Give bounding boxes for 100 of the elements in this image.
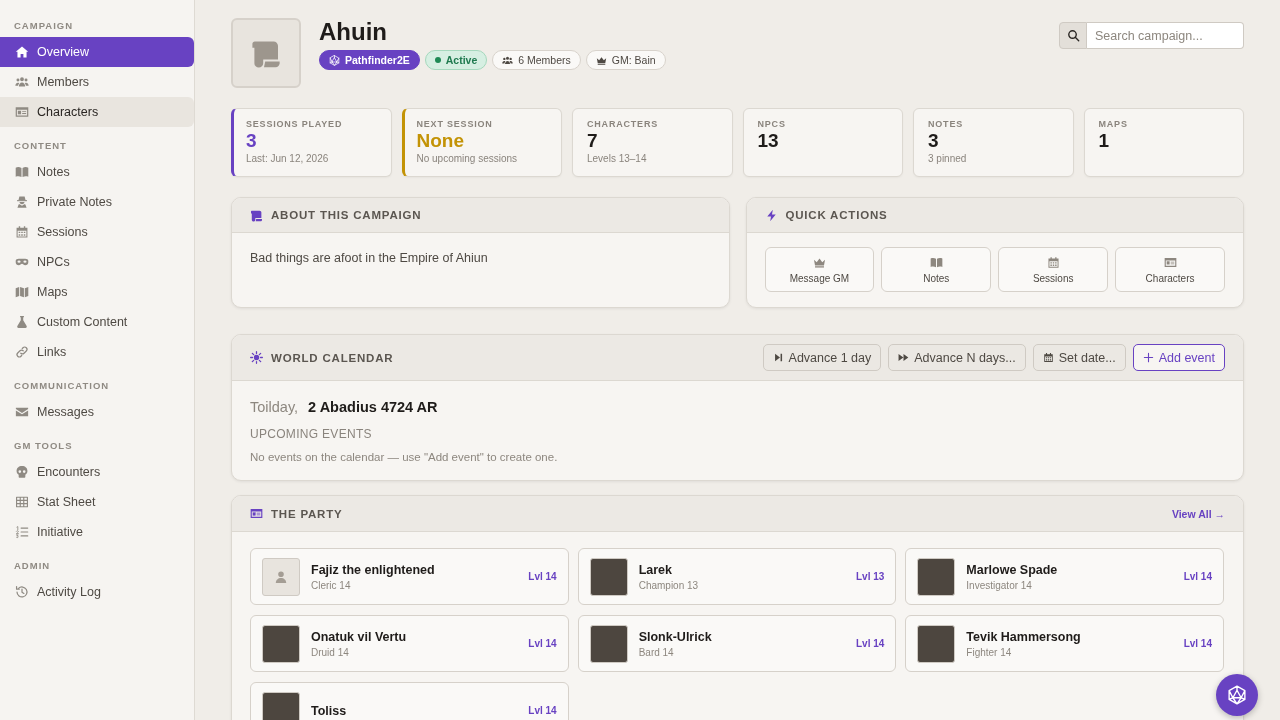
- sidebar-section-label: ADMIN: [13, 559, 52, 573]
- stat-value: 3: [246, 130, 257, 152]
- advance-day-button[interactable]: Advance 1 day: [762, 344, 882, 371]
- map-icon: [15, 285, 29, 299]
- character-level: Lvl 14: [528, 638, 557, 649]
- character-card[interactable]: Onatuk vil Vertu Druid 14 Lvl 14: [250, 615, 569, 672]
- sidebar-item[interactable]: Members: [0, 67, 194, 97]
- status-label: Active: [445, 54, 478, 66]
- quick-action-button[interactable]: Characters: [1115, 247, 1225, 292]
- character-class: Investigator 14: [966, 578, 1033, 592]
- quick-action-button[interactable]: Sessions: [998, 247, 1109, 292]
- stat-detail: No upcoming sessions: [416, 152, 518, 166]
- search-button[interactable]: [1059, 22, 1087, 49]
- stat-detail: Levels 13–14: [587, 152, 647, 166]
- add-event-button[interactable]: Add event: [1132, 344, 1225, 371]
- id-card-icon: [250, 507, 263, 520]
- character-class: Fighter 14: [966, 645, 1013, 659]
- open-book-icon: [15, 165, 29, 179]
- id-card-icon: [15, 105, 29, 119]
- panel-title: ABOUT THIS CAMPAIGN: [271, 209, 422, 221]
- sidebar-item[interactable]: Initiative: [0, 517, 194, 547]
- calendar-icon: [1042, 352, 1054, 363]
- sidebar-item[interactable]: Links: [0, 337, 194, 367]
- link-icon: [15, 345, 29, 359]
- sidebar-item[interactable]: Encounters: [0, 457, 194, 487]
- plus-icon: [1142, 352, 1154, 363]
- campaign-title: Ahuin: [319, 18, 388, 46]
- dice-icon: [1227, 685, 1247, 705]
- skull-icon: [15, 465, 29, 479]
- panel-title: QUICK ACTIONS: [785, 209, 888, 221]
- flask-icon: [15, 315, 29, 329]
- sidebar-item[interactable]: Custom Content: [0, 307, 194, 337]
- view-all-link[interactable]: View All →: [1171, 507, 1225, 520]
- member-count: 6 Members: [518, 54, 571, 66]
- stat-label: NOTES: [928, 118, 963, 130]
- character-name: Marlowe Spade: [966, 561, 1058, 578]
- character-card[interactable]: Larek Champion 13 Lvl 13: [577, 548, 897, 605]
- stat-label: SESSIONS PLAYED: [246, 118, 343, 130]
- status-dot-icon: [434, 57, 441, 63]
- stat-detail: 3 pinned: [928, 152, 967, 166]
- sidebar-item[interactable]: Sessions: [0, 217, 194, 247]
- events-heading: UPCOMING EVENTS: [250, 426, 373, 442]
- sidebar-item[interactable]: Maps: [0, 277, 194, 307]
- stat-label: NEXT SESSION: [416, 118, 493, 130]
- search-icon: [1066, 29, 1080, 42]
- sidebar-item[interactable]: Characters: [0, 97, 194, 127]
- table-icon: [15, 495, 29, 509]
- empty-events-message: No events on the calendar — use "Add event" to create one.: [250, 450, 559, 465]
- character-class: Cleric 14: [311, 578, 352, 592]
- step-forward-icon: [772, 352, 784, 363]
- sun-icon: [250, 351, 263, 364]
- panel-title: WORLD CALENDAR: [271, 351, 394, 364]
- stat-label: NPCS: [757, 118, 786, 130]
- character-card[interactable]: Toliss Lvl 14: [250, 682, 569, 720]
- sidebar-section-label: GM TOOLS: [13, 439, 74, 453]
- character-name: Tevik Hammersong: [966, 628, 1081, 645]
- character-level: Lvl 14: [1183, 638, 1212, 649]
- sidebar-section-label: CAMPAIGN: [13, 19, 75, 33]
- character-card[interactable]: Slonk-Ulrick Bard 14 Lvl 14: [577, 615, 897, 672]
- character-name: Fajiz the enlightened: [311, 561, 435, 578]
- envelope-icon: [15, 405, 29, 419]
- character-name: Slonk-Ulrick: [638, 628, 712, 645]
- character-class: Champion 13: [638, 578, 699, 592]
- character-level: Lvl 13: [855, 571, 885, 582]
- fast-forward-icon: [898, 352, 910, 363]
- character-card[interactable]: Fajiz the enlightened Cleric 14 Lvl 14: [250, 548, 569, 605]
- sidebar-item[interactable]: Overview: [0, 37, 194, 67]
- quick-action-button[interactable]: Notes: [881, 247, 992, 292]
- stat-value: 3: [928, 130, 939, 152]
- sidebar-item[interactable]: Stat Sheet: [0, 487, 194, 517]
- calendar-icon: [1046, 255, 1060, 269]
- stat-detail: Last: Jun 12, 2026: [246, 152, 329, 166]
- weekday: Toilday,: [250, 398, 299, 416]
- stat-label: CHARACTERS: [587, 118, 658, 130]
- sidebar-item[interactable]: Activity Log: [0, 577, 194, 607]
- quick-action-button[interactable]: Message GM: [764, 247, 875, 292]
- character-name: Larek: [638, 561, 673, 578]
- character-class: Bard 14: [638, 645, 675, 659]
- search-field[interactable]: Search campaign...: [1087, 22, 1244, 49]
- character-level: Lvl 14: [528, 571, 557, 582]
- sidebar-item[interactable]: Notes: [0, 157, 194, 187]
- scroll-icon: [250, 208, 263, 222]
- home-icon: [15, 45, 29, 59]
- sidebar-item[interactable]: NPCs: [0, 247, 194, 277]
- character-card[interactable]: Tevik Hammersong Fighter 14 Lvl 14: [905, 615, 1224, 672]
- spy-icon: [15, 195, 29, 209]
- sidebar-item[interactable]: Messages: [0, 397, 194, 427]
- stat-label: MAPS: [1098, 118, 1128, 130]
- history-icon: [15, 585, 29, 599]
- campaign-description: Bad things are afoot in the Empire of Ahiun: [250, 250, 489, 266]
- character-card[interactable]: Marlowe Spade Investigator 14 Lvl 14: [905, 548, 1224, 605]
- gm-name: GM: Bain: [611, 54, 656, 66]
- users-icon: [15, 75, 29, 89]
- sidebar-section-label: COMMUNICATION: [13, 379, 111, 393]
- set-date-button[interactable]: Set date...: [1032, 344, 1126, 371]
- sidebar-item[interactable]: Private Notes: [0, 187, 194, 217]
- dice-icon: [329, 54, 340, 66]
- open-book-icon: [929, 255, 943, 269]
- crown-icon: [595, 54, 607, 66]
- advance-days-button[interactable]: Advance N days...: [888, 344, 1026, 371]
